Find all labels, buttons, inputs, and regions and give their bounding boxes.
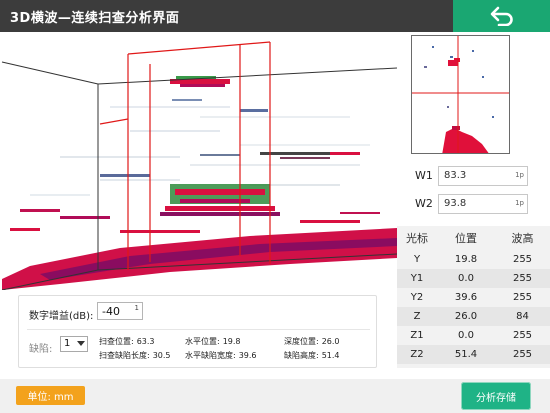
app-window: 3D横波—连续扫查分析界面 W1 83.3 1p W2 93.8 1p 光标 位… [0,0,550,413]
cross-section-view[interactable] [411,35,510,154]
cursor-amplitude: 255 [512,254,533,265]
w1-unit: 1p [515,171,524,179]
cursor-position: 0.0 [458,273,474,284]
3d-scan-canvas [1,41,397,290]
cursor-position: 19.8 [454,254,478,265]
table-row[interactable]: Y2 39.6 255 [397,288,550,307]
cursor-name: Y1 [410,273,424,284]
cursor-name: Z1 [410,330,424,341]
horizontal-position-value: 19.8 [222,337,241,346]
bottom-bar: 单位: mm 分析存储 [0,379,550,413]
w2-label: W2 [415,197,433,210]
cross-section-defect-bottom [442,126,489,153]
cursor-position: 26.0 [454,311,478,322]
cursor-name: Z2 [410,349,424,360]
w1-input[interactable]: 83.3 1p [438,166,528,186]
scan-defect-length-value: 30.5 [152,351,171,360]
header-amplitude: 波高 [511,232,534,245]
main-defect-cluster [160,184,280,216]
depth-position: 深度位置: 26.0 [284,336,340,347]
defect-height-value: 51.4 [321,351,340,360]
cursor-position: 39.6 [454,292,478,303]
defect-select[interactable]: 1 [60,336,88,352]
cursor-amplitude: 255 [512,330,533,341]
divider [27,329,370,330]
scan-defect-length: 扫查缺陷长度: 30.5 [99,350,171,361]
w1-label: W1 [415,169,433,182]
defect-height: 缺陷高度: 51.4 [284,350,340,361]
gain-input[interactable]: -40 1 [97,302,143,320]
chevron-down-icon [77,341,85,346]
cursor-position: 0.0 [458,330,474,341]
header-cursor: 光标 [406,232,428,245]
window-w1: W1 83.3 1p [411,166,528,186]
w2-input[interactable]: 93.8 1p [438,194,528,214]
3d-scan-view[interactable] [0,34,397,290]
cursor-name: Z [413,311,421,322]
depth-position-label: 深度位置: [284,337,319,346]
table-row[interactable]: Z1 0.0 255 [397,326,550,345]
window-w2: W2 93.8 1p [411,194,528,214]
title-bar: 3D横波—连续扫查分析界面 [0,0,550,32]
w2-unit: 1p [515,199,524,207]
cursor-amplitude: 255 [512,349,533,360]
cursor-position: 51.4 [454,349,478,360]
cursor-amplitude: 84 [516,311,529,322]
defect-label: 缺陷: [29,344,53,355]
analysis-save-button[interactable]: 分析存储 [461,382,531,410]
w2-value: 93.8 [444,198,467,209]
defect-height-label: 缺陷高度: [284,351,319,360]
horizontal-defect-width: 水平缺陷宽度: 39.6 [185,350,257,361]
cursor-table: 光标 位置 波高 Y 19.8 255 Y1 0.0 255 Y2 39.6 2… [397,226,550,368]
table-row[interactable]: Y 19.8 255 [397,250,550,269]
horizontal-defect-width-label: 水平缺陷宽度: [185,351,236,360]
gain-value: -40 [102,305,120,318]
defect-selected-value: 1 [64,338,71,349]
unit-button[interactable]: 单位: mm [16,386,85,405]
table-row[interactable]: Y1 0.0 255 [397,269,550,288]
cross-section-canvas [412,36,509,153]
scan-position-label: 扫查位置: [99,337,134,346]
table-row[interactable]: Z2 51.4 255 [397,345,550,364]
header-position: 位置 [455,232,477,245]
depth-position-value: 26.0 [321,337,340,346]
scan-position-value: 63.3 [136,337,155,346]
cursor-amplitude: 255 [512,292,533,303]
cursor-name: Y [413,254,421,265]
return-arrow-icon [490,6,513,26]
cursor-amplitude: 255 [512,273,533,284]
cursor-name: Y2 [410,292,424,303]
back-button[interactable] [453,0,550,32]
gain-label: 数字增益(dB): [29,311,94,322]
scan-position: 扫查位置: 63.3 [99,336,155,347]
cross-section-noise [424,46,494,118]
cursor-table-header: 光标 位置 波高 [397,226,550,250]
page-title: 3D横波—连续扫查分析界面 [10,11,180,26]
gain-spin-value: 1 [134,304,139,312]
w1-value: 83.3 [444,170,467,181]
gain-defect-panel: 数字增益(dB): -40 1 缺陷: 1 扫查位置: 63.3 水平位置: 19.… [18,295,377,368]
scan-defect-length-label: 扫查缺陷长度: [99,351,150,360]
horizontal-position-label: 水平位置: [185,337,220,346]
horizontal-defect-width-value: 39.6 [238,351,257,360]
horizontal-position: 水平位置: 19.8 [185,336,241,347]
table-row[interactable]: Z 26.0 84 [397,307,550,326]
scan-noise [30,106,370,196]
